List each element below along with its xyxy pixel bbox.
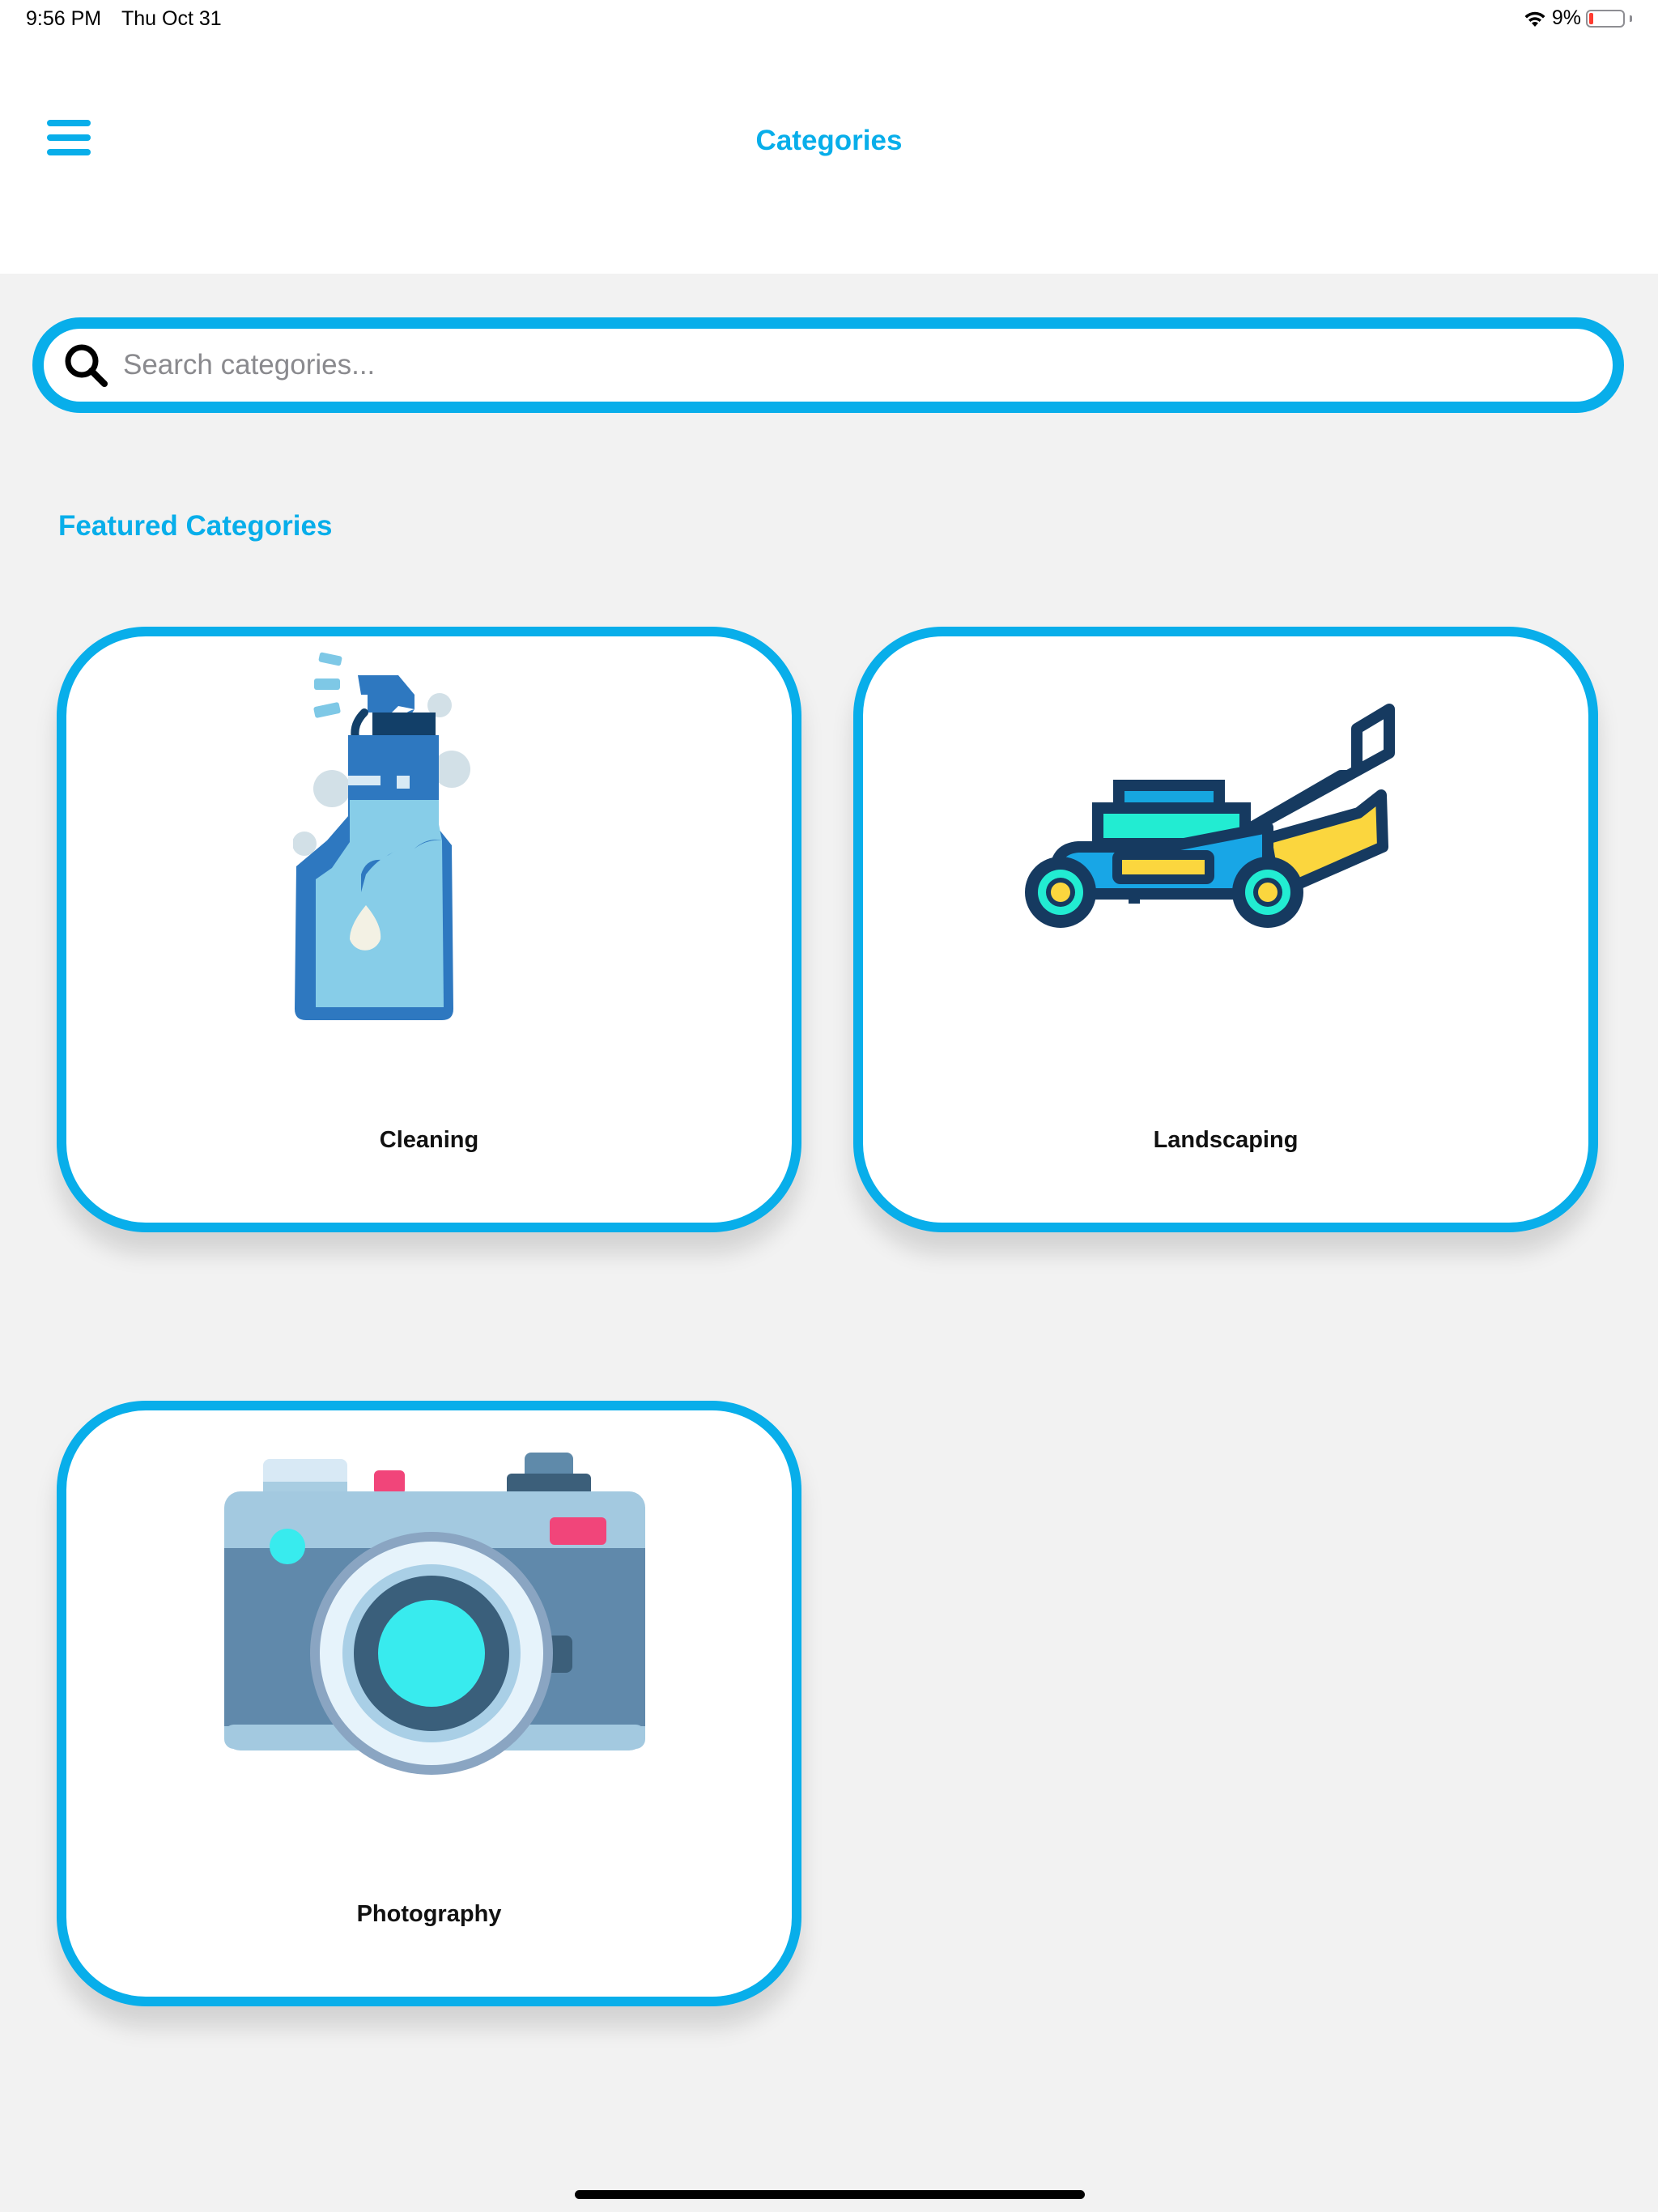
category-card-photography[interactable]: Photography [57,1401,801,2006]
camera-icon [224,1453,645,1775]
battery-icon [1586,9,1625,28]
nav-header: Categories [0,39,1658,274]
home-indicator[interactable] [575,2190,1085,2199]
battery-percent: 9% [1551,6,1581,29]
status-bar: 9:56 PM Thu Oct 31 9% [0,0,1658,39]
wifi-icon [1524,11,1545,27]
status-date: Thu Oct 31 [121,7,222,30]
category-card-cleaning[interactable]: Cleaning [57,627,801,1232]
lawn-mower-icon [1025,704,1395,928]
category-label: Photography [356,1901,502,1927]
app-screen: 9:56 PM Thu Oct 31 9% Categories Search … [0,0,1658,2212]
search-bar[interactable] [32,317,1624,413]
spray-bottle-icon [293,652,470,1020]
battery-cap [1630,15,1632,22]
search-icon [65,344,108,387]
battery-level [1589,12,1593,24]
search-input[interactable] [123,349,1613,381]
page-title: Categories [755,125,903,156]
category-card-landscaping[interactable]: Landscaping [853,627,1598,1232]
status-right: 9% [1523,6,1632,30]
section-title: Featured Categories [58,510,333,542]
status-time: 9:56 PM [26,7,102,30]
category-label: Cleaning [379,1127,479,1153]
category-label: Landscaping [1153,1127,1299,1153]
